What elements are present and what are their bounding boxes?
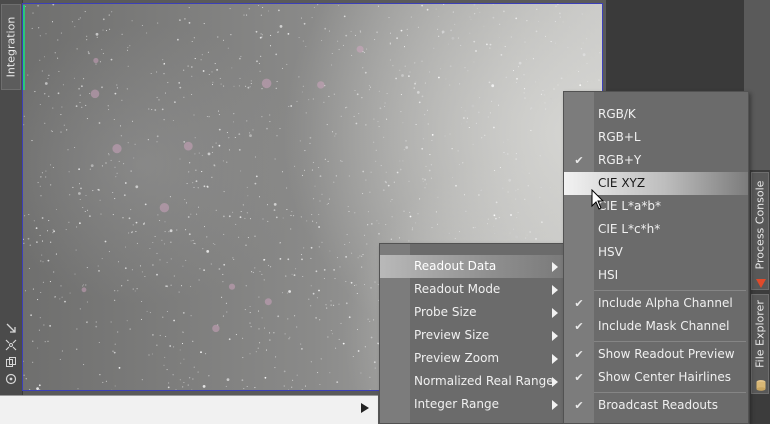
menu-item-probe-size[interactable]: Probe Size xyxy=(380,301,564,324)
menu-item-label: Include Alpha Channel xyxy=(598,296,733,310)
submenu-arrow-icon xyxy=(552,377,558,387)
submenu-item-broadcast-readouts[interactable]: ✔ Broadcast Readouts xyxy=(564,394,748,417)
menu-item-preview-zoom[interactable]: Preview Zoom xyxy=(380,347,564,370)
submenu-arrow-icon xyxy=(552,262,558,272)
submenu-arrow-icon xyxy=(552,354,558,364)
file-explorer-tab[interactable]: File Explorer xyxy=(751,294,769,394)
menu-item-label: Include Mask Channel xyxy=(598,319,730,333)
menu-item-label: Probe Size xyxy=(414,305,477,319)
menu-item-label: Readout Mode xyxy=(414,282,501,296)
workspace-background xyxy=(606,0,744,92)
submenu-arrow-icon xyxy=(552,331,558,341)
menu-item-readout-mode[interactable]: Readout Mode xyxy=(380,278,564,301)
submenu-item-rgb-y[interactable]: ✔ RGB+Y xyxy=(564,149,748,172)
submenu-arrow-icon xyxy=(552,285,558,295)
menu-item-label: Preview Zoom xyxy=(414,351,500,365)
file-explorer-label: File Explorer xyxy=(753,300,767,369)
submenu-item-cie-lch[interactable]: CIE L*c*h* xyxy=(564,218,748,241)
menu-item-label: CIE L*c*h* xyxy=(598,222,661,236)
submenu-item-show-center-hairlines[interactable]: ✔ Show Center Hairlines xyxy=(564,366,748,389)
menu-item-label: Normalized Real Range xyxy=(414,374,554,388)
menu-item-normalized-real-range[interactable]: Normalized Real Range xyxy=(380,370,564,393)
menu-item-label: Show Readout Preview xyxy=(598,347,735,361)
context-menu: Readout Data Readout Mode Probe Size Pre… xyxy=(379,243,565,424)
submenu-arrow-icon xyxy=(552,308,558,318)
view-bottom-bar xyxy=(0,395,378,424)
mouse-cursor-icon xyxy=(591,188,605,211)
menu-item-integer-range[interactable]: Integer Range xyxy=(380,393,564,416)
submenu-item-hsi[interactable]: HSI xyxy=(564,264,748,287)
check-icon: ✔ xyxy=(574,154,584,167)
check-icon: ✔ xyxy=(574,297,584,310)
integration-tab-label: Integration xyxy=(4,16,18,78)
target-icon[interactable] xyxy=(5,373,17,385)
crosshair-icon[interactable] xyxy=(5,339,17,351)
submenu-item-include-mask[interactable]: ✔ Include Mask Channel xyxy=(564,315,748,338)
submenu-item-hsv[interactable]: HSV xyxy=(564,241,748,264)
left-tool-strip: Integration xyxy=(0,0,23,395)
menu-separator xyxy=(594,392,746,393)
check-icon: ✔ xyxy=(574,320,584,333)
copy-icon[interactable] xyxy=(5,356,17,368)
menu-item-label: CIE L*a*b* xyxy=(598,199,661,213)
active-view-indicator xyxy=(23,5,25,90)
submenu-item-include-alpha[interactable]: ✔ Include Alpha Channel xyxy=(564,292,748,315)
play-icon[interactable] xyxy=(360,402,372,416)
menu-separator xyxy=(594,341,746,342)
menu-item-label: Preview Size xyxy=(414,328,490,342)
menu-item-readout-data[interactable]: Readout Data xyxy=(380,255,564,278)
menu-item-label: Broadcast Readouts xyxy=(598,398,718,412)
menu-item-label: RGB/K xyxy=(598,107,636,121)
menu-item-label: HSV xyxy=(598,245,623,259)
menu-separator xyxy=(594,290,746,291)
menu-item-label: Show Center Hairlines xyxy=(598,370,731,384)
submenu-item-rgb-k[interactable]: RGB/K xyxy=(564,103,748,126)
menu-item-label: RGB+L xyxy=(598,130,641,144)
check-icon: ✔ xyxy=(574,348,584,361)
process-console-icon xyxy=(755,277,767,289)
readout-data-submenu: RGB/K RGB+L ✔ RGB+Y CIE XYZ CIE L*a*b* C… xyxy=(563,91,749,424)
submenu-item-rgb-l[interactable]: RGB+L xyxy=(564,126,748,149)
integration-tab[interactable]: Integration xyxy=(1,4,21,90)
menu-item-label: HSI xyxy=(598,268,619,282)
menu-item-label: RGB+Y xyxy=(598,153,642,167)
submenu-arrow-icon xyxy=(552,400,558,410)
process-console-label: Process Console xyxy=(753,180,767,270)
check-icon: ✔ xyxy=(574,399,584,412)
right-tab-strip: Process Console File Explorer xyxy=(750,170,770,424)
check-icon: ✔ xyxy=(574,371,584,384)
arrow-down-right-icon[interactable] xyxy=(5,322,17,334)
process-console-tab[interactable]: Process Console xyxy=(751,172,769,290)
menu-item-label: Readout Data xyxy=(414,259,497,273)
menu-item-preview-size[interactable]: Preview Size xyxy=(380,324,564,347)
menu-item-label: CIE XYZ xyxy=(598,176,646,190)
submenu-item-show-readout-preview[interactable]: ✔ Show Readout Preview xyxy=(564,343,748,366)
database-icon xyxy=(755,379,767,391)
menu-item-label: Integer Range xyxy=(414,397,500,411)
